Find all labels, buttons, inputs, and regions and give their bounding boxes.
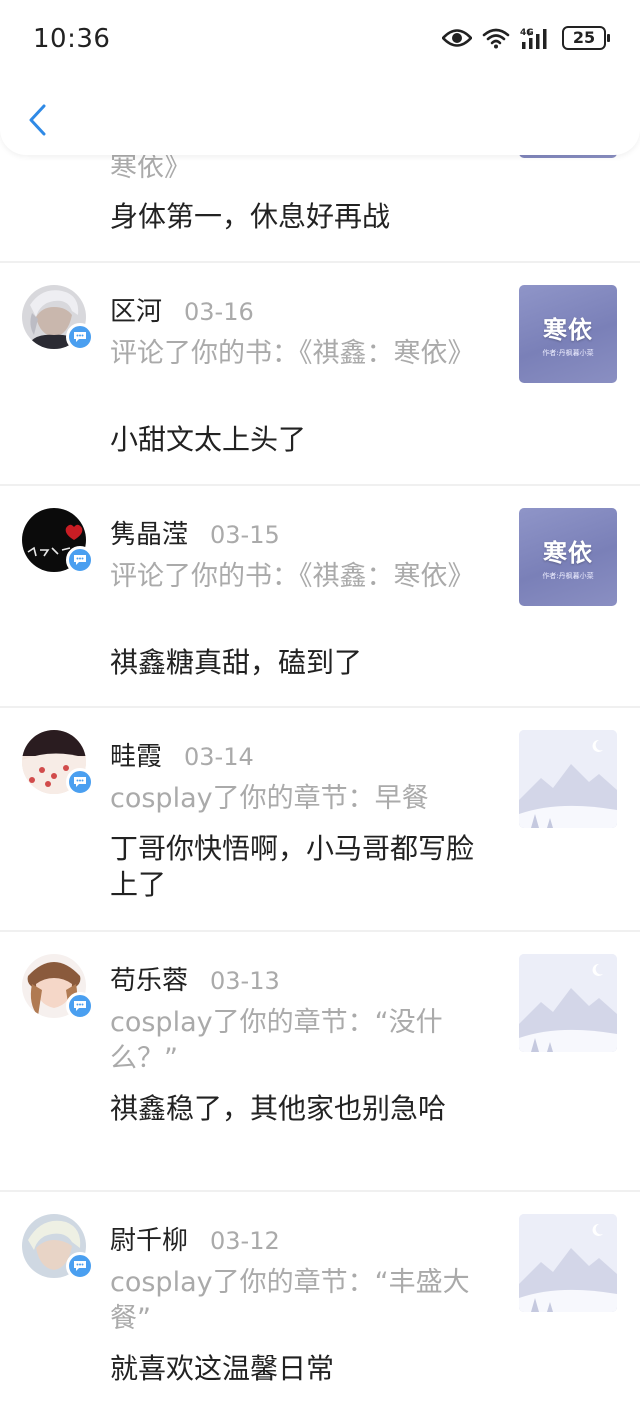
image-placeholder-thumbnail[interactable] xyxy=(519,730,617,828)
comment-badge-icon xyxy=(66,1252,94,1280)
notification-description: 寒依》 xyxy=(110,152,191,183)
user-name[interactable]: 尉千柳 xyxy=(110,1220,188,1257)
mountain-placeholder-icon xyxy=(519,1214,617,1312)
eye-icon xyxy=(442,29,472,47)
comment-date: 03-15 xyxy=(210,521,280,549)
comment-text: 祺鑫稳了，其他家也别急哈 xyxy=(110,1092,447,1125)
user-name[interactable]: 苟乐蓉 xyxy=(110,960,188,997)
comment-text: 就喜欢这温馨日常 xyxy=(110,1352,335,1385)
user-name[interactable]: 区河 xyxy=(110,291,162,328)
comment-badge-icon xyxy=(66,546,94,574)
comment-text: 小甜文太上头了 xyxy=(110,423,307,456)
cover-author: 作者:丹枫暮小菜 xyxy=(542,572,594,580)
notification-description: cosplay了你的章节：早餐 xyxy=(110,783,429,814)
comment-badge-icon xyxy=(66,323,94,351)
cover-title: 寒依 xyxy=(543,316,593,344)
user-name[interactable]: 隽晶滢 xyxy=(110,514,188,551)
mountain-placeholder-icon xyxy=(519,954,617,1052)
comment-badge-icon xyxy=(66,768,94,796)
cellular-signal-icon: 4G xyxy=(520,28,547,49)
comment-date: 03-16 xyxy=(184,298,254,326)
comment-text: 祺鑫糖真甜，磕到了 xyxy=(110,646,363,679)
back-button[interactable] xyxy=(22,100,52,140)
comment-badge-icon xyxy=(66,992,94,1020)
comment-date: 03-14 xyxy=(184,743,254,771)
image-placeholder-thumbnail[interactable] xyxy=(519,1214,617,1312)
battery-icon: 25 xyxy=(562,26,610,50)
chevron-left-icon xyxy=(29,104,46,136)
cover-author: 作者:丹枫暮小菜 xyxy=(542,349,594,357)
list-item[interactable]: 隽晶滢 03-15 评论了你的书：《祺鑫：寒依》 祺鑫糖真甜，磕到了 寒依 作者… xyxy=(0,486,640,708)
notification-screen: 寒依》 身体第一，休息好再战 区河 03-16 评论了你的书：《祺鑫：寒依》 小… xyxy=(0,0,640,1415)
comment-text: 丁哥你快悟啊，小马哥都写脸上了 xyxy=(110,832,475,901)
book-cover-thumbnail[interactable]: 寒依 作者:丹枫暮小菜 xyxy=(519,508,617,606)
comment-date: 03-13 xyxy=(210,967,280,995)
cover-title: 寒依 xyxy=(543,539,593,567)
status-icons: 4G 25 xyxy=(442,26,610,50)
wifi-icon xyxy=(482,28,510,49)
list-item[interactable]: 畦霞 03-14 cosplay了你的章节：早餐 丁哥你快悟啊，小马哥都写脸上了 xyxy=(0,708,640,932)
notification-description: cosplay了你的章节：“丰盛大餐” xyxy=(110,1267,470,1334)
top-header: 10:36 4G 25 xyxy=(0,0,640,155)
image-placeholder-thumbnail[interactable] xyxy=(519,954,617,1052)
user-name[interactable]: 畦霞 xyxy=(110,736,162,773)
status-time: 10:36 xyxy=(33,24,111,54)
comment-date: 03-12 xyxy=(210,1227,280,1255)
mountain-placeholder-icon xyxy=(519,730,617,828)
network-type-label: 4G xyxy=(520,28,534,38)
notification-description: 评论了你的书：《祺鑫：寒依》 xyxy=(110,338,475,369)
notification-description: cosplay了你的章节：“没什么？” xyxy=(110,1007,443,1074)
list-item[interactable]: 苟乐蓉 03-13 cosplay了你的章节：“没什么？” 祺鑫稳了，其他家也别… xyxy=(0,932,640,1192)
comment-text: 身体第一，休息好再战 xyxy=(110,200,391,233)
notification-description: 评论了你的书：《祺鑫：寒依》 xyxy=(110,561,475,592)
book-cover-thumbnail[interactable]: 寒依 作者:丹枫暮小菜 xyxy=(519,285,617,383)
list-item[interactable]: 尉千柳 03-12 cosplay了你的章节：“丰盛大餐” 就喜欢这温馨日常 xyxy=(0,1192,640,1415)
list-item[interactable]: 区河 03-16 评论了你的书：《祺鑫：寒依》 小甜文太上头了 寒依 作者:丹枫… xyxy=(0,263,640,486)
